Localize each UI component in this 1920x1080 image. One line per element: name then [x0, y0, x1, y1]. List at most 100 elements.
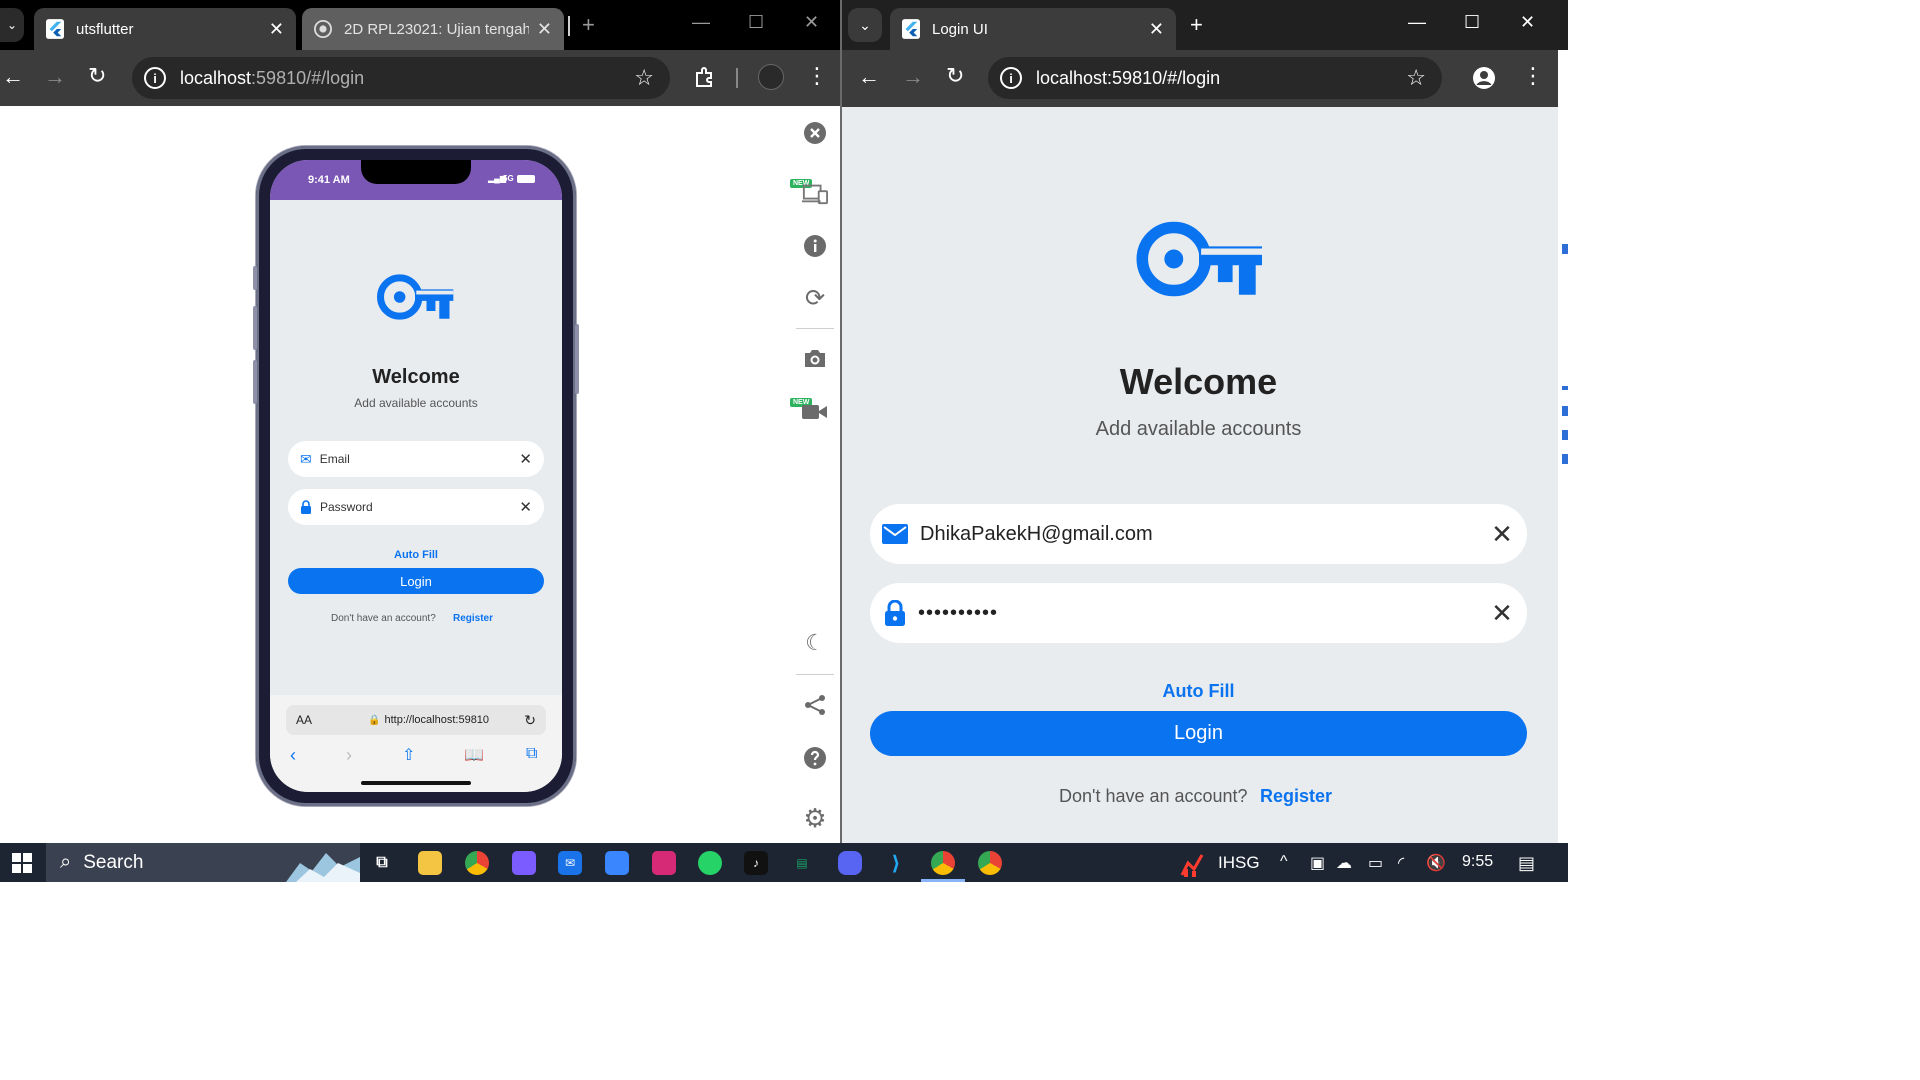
register-link[interactable]: Register [1260, 786, 1332, 807]
discord-icon[interactable] [838, 851, 862, 875]
password-placeholder: Password [320, 500, 373, 514]
info-icon[interactable] [802, 233, 828, 259]
ihsg-label[interactable]: IHSG [1218, 853, 1260, 873]
wifi-icon[interactable]: ◜ [1398, 853, 1404, 873]
site-info-icon[interactable]: i [1000, 67, 1022, 89]
phone-register-link[interactable]: Register [453, 613, 493, 624]
tab-search-chevron-icon[interactable]: ⌄ [0, 8, 24, 42]
taskbar-search-box[interactable]: ⌕ Search [46, 843, 360, 882]
close-window-icon[interactable]: ✕ [804, 12, 819, 33]
chrome-profile-icon[interactable] [978, 851, 1002, 875]
edge-mark [1562, 386, 1568, 390]
tray-chevron-icon[interactable]: ^ [1280, 853, 1288, 871]
chrome-icon[interactable] [931, 851, 955, 875]
sheets-icon[interactable]: ▤ [790, 851, 814, 875]
bookmark-star-icon[interactable]: ☆ [634, 65, 654, 91]
url-host: localhost [180, 67, 252, 88]
safari-forward-icon[interactable]: › [346, 745, 352, 766]
safari-back-icon[interactable]: ‹ [290, 745, 296, 766]
power-button [575, 324, 579, 394]
phone-password-field[interactable]: Password ✕ [288, 489, 544, 525]
new-tab-button[interactable]: + [582, 12, 595, 38]
tab-close-icon[interactable]: ✕ [537, 19, 552, 40]
tab-utsflutter[interactable]: utsflutter ✕ [34, 8, 296, 50]
tiktok-icon[interactable]: ♪ [744, 851, 768, 875]
phone-email-field[interactable]: ✉ Email ✕ [288, 441, 544, 477]
extensions-icon[interactable] [694, 66, 716, 88]
help-icon[interactable] [802, 745, 828, 771]
video-record-icon[interactable] [802, 399, 828, 425]
menu-kebab-icon[interactable]: ⋮ [1522, 63, 1544, 89]
password-field[interactable]: •••••••••• ✕ [870, 583, 1527, 643]
vscode-icon[interactable]: ⟩ [884, 851, 908, 875]
task-view-icon[interactable]: ⧉ [370, 851, 394, 875]
back-icon[interactable]: ← [858, 64, 880, 90]
whatsapp-icon[interactable] [698, 851, 722, 875]
login-button[interactable]: Login [870, 711, 1527, 756]
rotate-icon[interactable]: ⟳ [802, 285, 828, 312]
address-bar[interactable]: i localhost :59810/#/login ☆ [132, 57, 670, 99]
maximize-icon[interactable]: ☐ [1464, 12, 1480, 33]
minimize-icon[interactable]: — [1408, 12, 1426, 33]
phone-login-button[interactable]: Login [288, 568, 544, 594]
bookmark-star-icon[interactable]: ☆ [1406, 65, 1426, 91]
tab-close-icon[interactable]: ✕ [269, 19, 284, 40]
no-account-text: Don't have an account? [1059, 786, 1248, 806]
mail-app-icon[interactable]: ✉ [558, 851, 582, 875]
dark-mode-icon[interactable]: ☾ [802, 630, 828, 656]
site-info-icon[interactable]: i [144, 67, 166, 89]
windows-start-icon[interactable] [12, 853, 32, 873]
tab-ujian[interactable]: 2D RPL23021: Ujian tengah s ✕ [302, 8, 564, 50]
safari-url-bar[interactable]: AA 🔒 http://localhost:59810 ↻ [286, 705, 546, 735]
chrome-icon[interactable] [465, 851, 489, 875]
email-field[interactable]: DhikaPakekH@gmail.com ✕ [870, 504, 1527, 564]
copilot-icon[interactable] [512, 851, 536, 875]
close-window-icon[interactable]: ✕ [1520, 12, 1535, 33]
camera-icon[interactable] [802, 345, 828, 371]
forward-icon[interactable]: → [902, 64, 924, 90]
clear-password-icon[interactable]: ✕ [1489, 598, 1515, 629]
minimize-icon[interactable]: — [692, 12, 710, 33]
device-frame: 9:41 AM ▂▄▆ 5G Welcome Add available acc… [253, 146, 579, 806]
safari-lock-icon: 🔒 [368, 714, 381, 726]
safari-text-size[interactable]: AA [296, 713, 312, 727]
address-bar[interactable]: i localhost:59810/#/login ☆ [988, 57, 1442, 99]
profile-avatar[interactable] [758, 64, 784, 90]
meet-icon[interactable]: ▣ [1310, 853, 1325, 873]
share-icon[interactable] [802, 692, 828, 718]
autofill-link[interactable]: Auto Fill [842, 681, 1555, 702]
forward-icon[interactable]: → [44, 64, 66, 90]
instagram-icon[interactable] [652, 851, 676, 875]
safari-reload-icon[interactable]: ↻ [524, 712, 536, 729]
reload-icon[interactable]: ↻ [946, 63, 964, 89]
safari-share-icon[interactable]: ⇧ [402, 745, 415, 765]
phone-autofill-link[interactable]: Auto Fill [270, 549, 562, 561]
tab-close-icon[interactable]: ✕ [1149, 19, 1164, 40]
devices-icon[interactable] [802, 180, 828, 206]
reload-icon[interactable]: ↻ [88, 63, 106, 89]
file-explorer-icon[interactable] [418, 851, 442, 875]
back-icon[interactable]: ← [2, 64, 24, 90]
battery-icon[interactable]: ▭ [1368, 853, 1383, 873]
search-icon: ⌕ [60, 851, 72, 873]
clear-password-icon[interactable]: ✕ [519, 498, 532, 516]
maximize-icon[interactable]: ☐ [748, 12, 764, 33]
flutter-logo-icon [46, 19, 64, 39]
new-tab-button[interactable]: + [1190, 12, 1203, 38]
safari-tabs-icon[interactable]: ⧉ [526, 745, 537, 763]
settings-gear-icon[interactable]: ⚙ [802, 803, 828, 833]
notifications-icon[interactable]: ▤ [1518, 853, 1535, 874]
onedrive-icon[interactable]: ☁ [1336, 853, 1352, 873]
tab-login-ui[interactable]: Login UI ✕ [890, 8, 1176, 50]
clear-email-icon[interactable]: ✕ [519, 450, 532, 468]
active-app-indicator [921, 879, 965, 882]
safari-bookmarks-icon[interactable]: 📖 [464, 745, 484, 765]
clear-email-icon[interactable]: ✕ [1489, 519, 1515, 550]
tab-search-chevron-icon[interactable]: ⌄ [848, 8, 882, 42]
clock-time[interactable]: 9:55 [1462, 853, 1493, 871]
volume-muted-icon[interactable]: 🔇 [1426, 853, 1446, 873]
store-icon[interactable] [605, 851, 629, 875]
profile-icon[interactable] [1472, 66, 1496, 90]
close-preview-icon[interactable] [802, 120, 828, 146]
menu-kebab-icon[interactable]: ⋮ [806, 63, 828, 89]
